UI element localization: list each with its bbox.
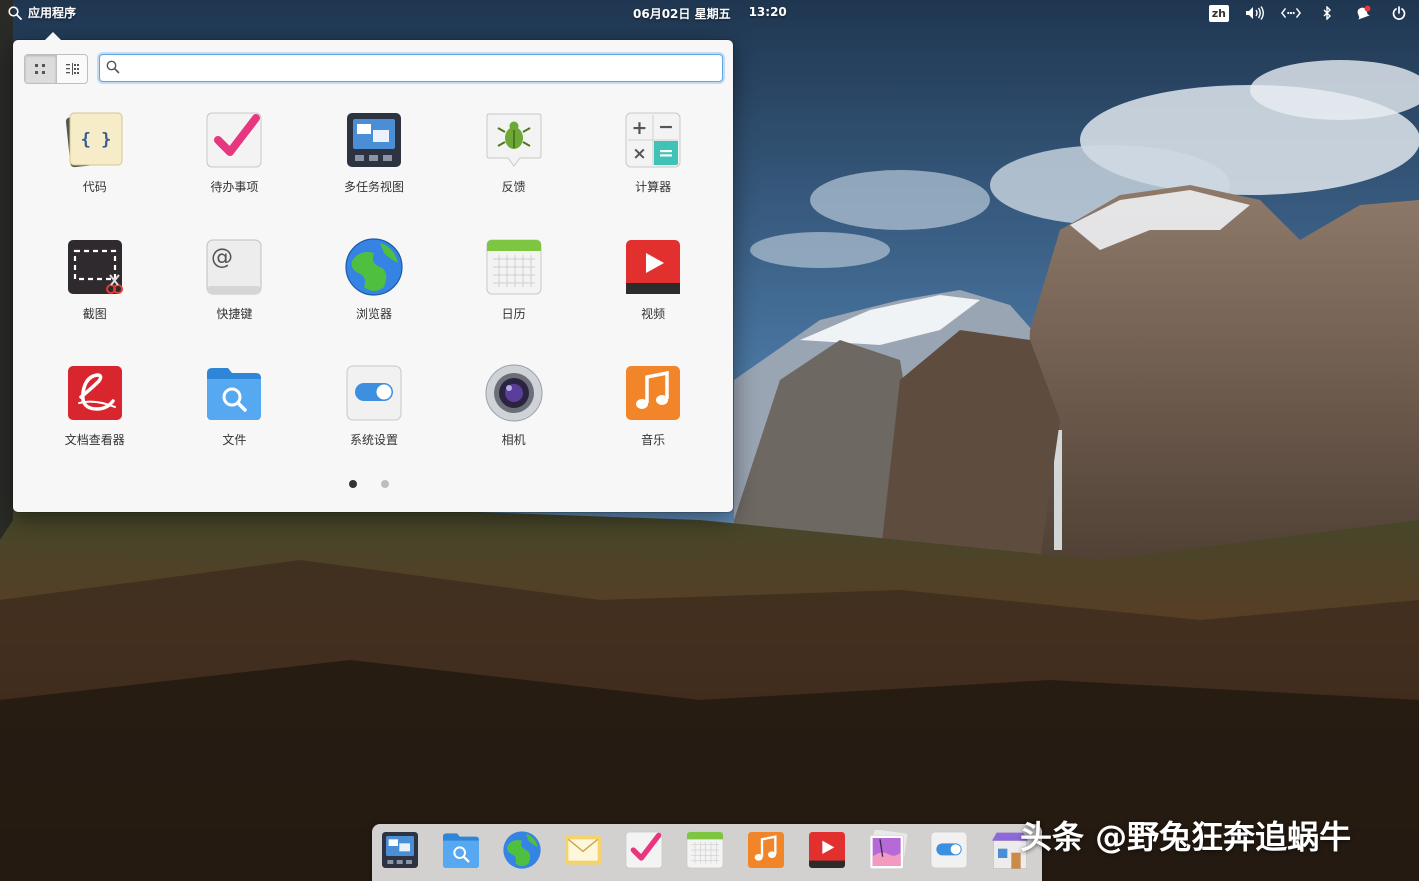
app-calculator[interactable]: + − × = 计算器	[583, 108, 723, 235]
app-search-field[interactable]	[99, 54, 723, 82]
top-panel: 应用程序 06月02日 星期五 13:20 zh	[0, 0, 1419, 26]
svg-text:+: +	[632, 117, 648, 139]
tasks-icon	[206, 112, 262, 168]
bluetooth-icon	[1323, 6, 1331, 20]
volume-icon	[1246, 6, 1264, 20]
app-label: 文档查看器	[64, 433, 125, 447]
power-icon	[1392, 6, 1406, 20]
sound-indicator[interactable]	[1245, 3, 1265, 23]
app-label: 文件	[222, 433, 247, 447]
calculator-icon: + − × =	[625, 112, 681, 168]
app-search-input[interactable]	[124, 57, 718, 79]
app-label: 代码	[82, 180, 107, 194]
popover-arrow	[44, 32, 62, 41]
indicators-area: zh	[1208, 3, 1409, 23]
applications-menu-label: 应用程序	[28, 6, 77, 20]
videos-icon[interactable]	[807, 830, 847, 870]
app-label: 计算器	[635, 180, 672, 194]
screenshot-icon	[67, 239, 123, 294]
camera-icon	[485, 364, 543, 422]
app-label: 待办事项	[210, 180, 259, 194]
app-label: 浏览器	[355, 306, 392, 321]
search-icon	[8, 5, 22, 20]
app-keyboard-shortcuts[interactable]: @ 快捷键	[165, 235, 305, 362]
app-feedback[interactable]: 反馈	[444, 108, 584, 235]
network-wired-icon	[1281, 8, 1301, 18]
videos-icon	[626, 239, 681, 294]
time-label: 13:20	[748, 5, 787, 19]
app-label: 音乐	[641, 433, 666, 447]
svg-text:−: −	[658, 116, 674, 138]
web-browser-icon	[345, 237, 403, 296]
web-browser-icon[interactable]	[502, 830, 542, 870]
svg-text:{ }: { }	[80, 130, 111, 150]
svg-text:=: =	[658, 142, 674, 164]
app-camera[interactable]: 相机	[444, 361, 584, 488]
app-label: 截图	[82, 306, 107, 321]
app-label: 系统设置	[349, 433, 398, 447]
category-view-icon	[65, 63, 79, 75]
app-multitasking-view[interactable]: 多任务视图	[304, 108, 444, 235]
app-label: 多任务视图	[343, 180, 404, 194]
bell-icon	[1357, 5, 1371, 20]
document-viewer-icon	[67, 366, 122, 420]
watermark-text: 头条 @野兔狂奔追蜗牛	[1020, 818, 1352, 856]
files-icon[interactable]	[441, 830, 481, 870]
app-document-viewer[interactable]: 文档查看器	[25, 361, 165, 488]
applications-menu-button[interactable]: 应用程序	[8, 4, 76, 21]
page-indicator	[13, 480, 733, 488]
date-label: 06月02日 星期五	[633, 7, 731, 21]
app-calendar[interactable]: 日历	[444, 235, 584, 362]
calendar-icon[interactable]	[685, 830, 725, 870]
grid-view-button[interactable]	[25, 55, 56, 83]
app-label: 日历	[501, 306, 526, 321]
system-settings-icon[interactable]	[929, 830, 969, 870]
svg-text:@: @	[211, 245, 233, 270]
app-web-browser[interactable]: 浏览器	[304, 235, 444, 362]
keyboard-layout-indicator[interactable]: zh	[1208, 4, 1229, 22]
app-files[interactable]: 文件	[165, 361, 305, 488]
view-mode-switcher	[24, 54, 88, 84]
dock	[372, 824, 1042, 881]
app-code[interactable]: { } 代码	[25, 108, 165, 235]
app-label: 反馈	[501, 180, 526, 194]
search-icon	[106, 60, 120, 74]
session-indicator[interactable]	[1389, 3, 1409, 23]
bluetooth-indicator[interactable]	[1317, 3, 1337, 23]
mail-icon[interactable]	[563, 830, 603, 870]
svg-text:×: ×	[633, 144, 647, 164]
app-videos[interactable]: 视频	[583, 235, 723, 362]
app-label: 视频	[641, 306, 666, 321]
app-launcher-popover: { } 代码 待办事项 多任务视图 反馈 + − × = 计算器 截图 @ 快捷…	[13, 32, 733, 512]
music-icon[interactable]	[746, 830, 786, 870]
calendar-icon	[486, 239, 542, 294]
network-indicator[interactable]	[1281, 3, 1301, 23]
tasks-icon[interactable]	[624, 830, 664, 870]
page-dot-1[interactable]	[349, 480, 357, 488]
keyboard-shortcuts-icon: @	[206, 239, 262, 294]
page-dot-2[interactable]	[381, 480, 389, 488]
feedback-icon	[486, 113, 542, 167]
category-view-button[interactable]	[55, 55, 88, 83]
multitasking-view-icon	[346, 113, 401, 167]
notifications-indicator[interactable]	[1353, 3, 1373, 23]
app-grid: { } 代码 待办事项 多任务视图 反馈 + − × = 计算器 截图 @ 快捷…	[25, 108, 723, 488]
app-music[interactable]: 音乐	[583, 361, 723, 488]
photos-icon[interactable]	[868, 830, 908, 870]
app-label: 快捷键	[216, 306, 253, 321]
app-screenshot[interactable]: 截图	[25, 235, 165, 362]
music-icon	[626, 366, 681, 420]
app-label: 相机	[501, 433, 526, 447]
app-tasks[interactable]: 待办事项	[165, 108, 305, 235]
system-settings-icon	[346, 365, 402, 421]
app-system-settings[interactable]: 系统设置	[304, 361, 444, 488]
grid-view-icon	[35, 64, 46, 74]
files-icon	[207, 368, 262, 420]
datetime-indicator[interactable]: 06月02日 星期五 13:20	[633, 5, 787, 22]
multitasking-view-icon[interactable]	[380, 830, 420, 870]
code-editor-icon: { }	[65, 112, 123, 168]
